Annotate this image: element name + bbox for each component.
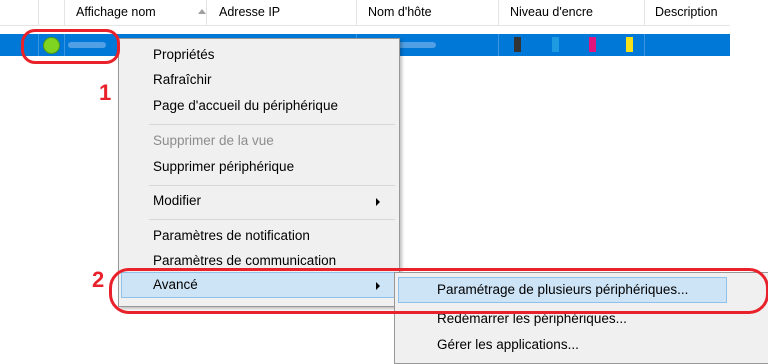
menu-item-device-home-page[interactable]: Page d'accueil du périphérique [153, 95, 338, 117]
device-table-header: Affichage nom Adresse IP Nom d'hôte Nive… [0, 0, 730, 26]
menu-item-refresh[interactable]: Rafraîchir [153, 69, 212, 91]
column-header-hostname-label: Nom d'hôte [368, 5, 432, 19]
column-header-description-label: Description [655, 5, 718, 19]
ink-black-icon [514, 37, 521, 52]
callout-step1 [21, 29, 120, 64]
ink-cyan-icon [552, 37, 559, 52]
menu-item-delete-device[interactable]: Supprimer périphérique [153, 156, 294, 178]
blurred-hostname [398, 42, 436, 48]
column-header-ink-level[interactable]: Niveau d'encre [498, 0, 644, 25]
row-divider [644, 34, 645, 56]
menu-separator [149, 124, 395, 125]
column-header-display-name-label: Affichage nom [76, 5, 156, 19]
menu-separator [149, 219, 395, 220]
column-header-hostname[interactable]: Nom d'hôte [356, 0, 498, 25]
ink-magenta-icon [589, 37, 596, 52]
submenu-arrow-icon [376, 198, 380, 206]
step-number-2: 2 [92, 267, 105, 292]
ink-yellow-icon [626, 37, 633, 52]
header-spacer [38, 0, 64, 25]
menu-item-modify[interactable]: Modifier [153, 190, 201, 212]
column-header-ip-label: Adresse IP [219, 5, 281, 19]
context-menu: Propriétés Rafraîchir Page d'accueil du … [118, 38, 400, 307]
menu-item-properties[interactable]: Propriétés [153, 44, 215, 66]
column-header-ink-level-label: Niveau d'encre [510, 5, 593, 19]
submenu-item-manage-applications[interactable]: Gérer les applications... [437, 334, 579, 356]
callout-step2 [109, 268, 768, 314]
column-header-description[interactable]: Description [644, 0, 730, 25]
menu-item-remove-from-view: Supprimer de la vue [153, 133, 274, 148]
menu-separator [149, 185, 395, 186]
step-number-1: 1 [99, 80, 112, 105]
menu-item-notification-settings[interactable]: Paramètres de notification [153, 225, 310, 247]
column-header-ip[interactable]: Adresse IP [206, 0, 356, 25]
row-divider [498, 34, 499, 56]
column-header-display-name[interactable]: Affichage nom [64, 0, 206, 25]
sort-ascending-icon [198, 9, 206, 14]
